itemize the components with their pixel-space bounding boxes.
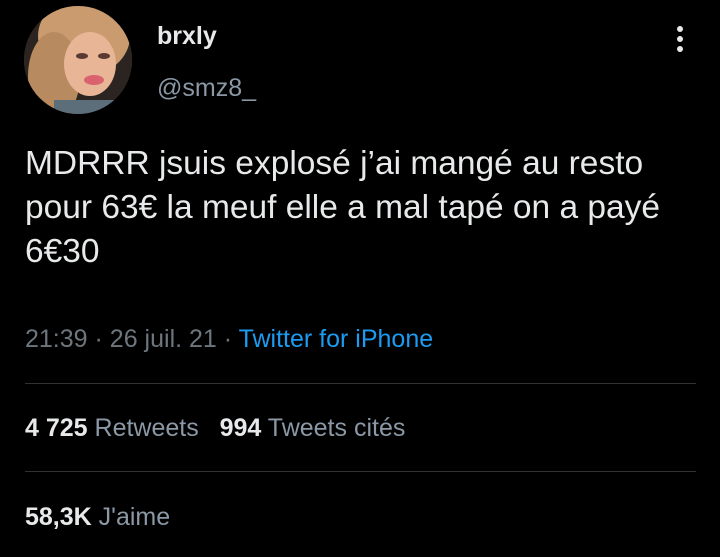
divider — [25, 471, 696, 472]
retweets-stat[interactable]: 4 725 Retweets — [25, 414, 199, 442]
retweets-count: 4 725 — [25, 414, 88, 442]
vertical-ellipsis-icon — [677, 26, 683, 52]
tweet-time[interactable]: 21:39 — [25, 325, 88, 353]
avatar-photo — [24, 6, 132, 114]
author-avatar[interactable] — [24, 6, 132, 114]
likes-stat[interactable]: 58,3K J'aime — [25, 503, 170, 531]
meta-separator: · — [94, 325, 103, 353]
divider — [25, 383, 696, 384]
tweet-metadata: 21:39 · 26 juil. 21 · Twitter for iPhone — [25, 322, 433, 356]
likes-label: J'aime — [98, 503, 171, 531]
tweet-source-link[interactable]: Twitter for iPhone — [239, 325, 434, 353]
retweets-label: Retweets — [94, 414, 199, 442]
tweet-date[interactable]: 26 juil. 21 — [110, 325, 217, 353]
quotes-label: Tweets cités — [267, 414, 406, 442]
tweet-text: MDRRR jsuis explosé j’ai mangé au resto … — [25, 145, 661, 270]
likes-stats-row: 58,3K J'aime — [25, 500, 170, 534]
quotes-count: 994 — [219, 414, 262, 442]
retweet-stats-row: 4 725 Retweets 994 Tweets cités — [25, 411, 405, 445]
more-options-button[interactable] — [664, 22, 696, 54]
likes-count: 58,3K — [25, 503, 92, 531]
meta-separator: · — [223, 325, 233, 353]
author-display-name[interactable]: brxly — [157, 22, 217, 51]
quotes-stat[interactable]: 994 Tweets cités — [220, 414, 406, 442]
author-username[interactable]: @smz8_ — [157, 74, 256, 103]
